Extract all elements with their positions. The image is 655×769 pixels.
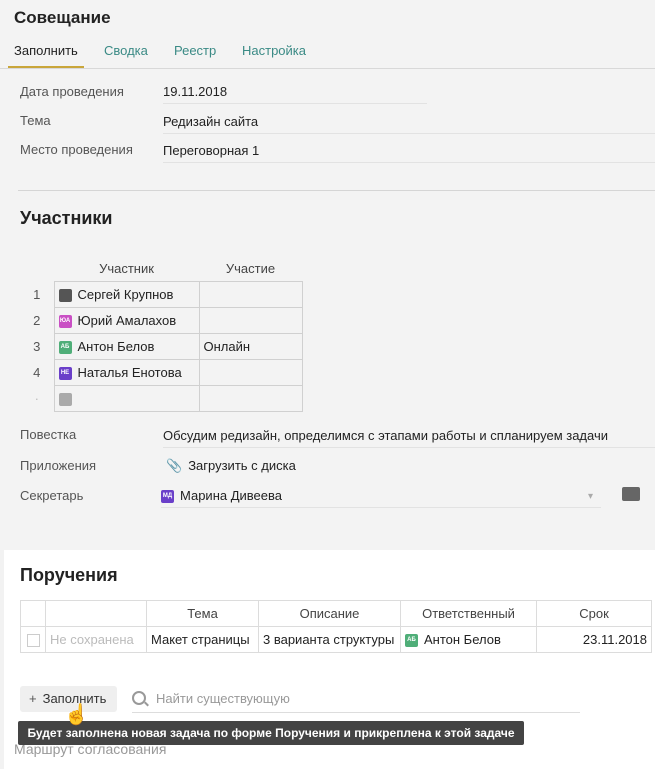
participation-cell[interactable]: Онлайн	[198, 333, 303, 360]
header-responsible: Ответственный	[400, 600, 537, 627]
tab-summary[interactable]: Сводка	[98, 43, 154, 66]
avatar	[622, 487, 640, 501]
row-num: 4	[33, 365, 41, 380]
avatar: АБ	[405, 634, 418, 648]
secretary-value: Марина Дивеева	[180, 488, 282, 503]
participation-cell[interactable]	[198, 307, 303, 334]
participants-table: Участник Участие 1 Сергей Крупнов 2 ЮА Юр…	[20, 255, 303, 412]
participation-cell[interactable]	[198, 359, 303, 386]
orders-title: Поручения	[20, 565, 118, 585]
upload-label: Загрузить с диска	[188, 458, 296, 473]
tooltip: Будет заполнена новая задача по форме По…	[18, 721, 524, 745]
header-participation: Участие	[225, 260, 276, 276]
header-deadline: Срок	[536, 600, 652, 627]
search-placeholder: Найти существующую	[156, 691, 290, 706]
avatar: НЕ	[58, 367, 72, 381]
header-check	[20, 600, 46, 627]
date-label: Дата проведения	[20, 84, 124, 99]
topic-label: Тема	[20, 113, 51, 128]
header-status	[45, 600, 147, 627]
secretary-label: Секретарь	[20, 488, 84, 503]
avatar: АБ	[58, 341, 72, 355]
agenda-field[interactable]: Обсудим редизайн, определимся с этапами …	[163, 428, 655, 448]
attachments-label: Приложения	[20, 458, 97, 473]
plus-icon: +	[29, 691, 37, 706]
participant-name: Юрий Амалахов	[77, 312, 177, 328]
participant-name: Сергей Крупнов	[77, 286, 174, 302]
header-num	[20, 255, 54, 282]
participation-cell[interactable]	[198, 281, 303, 308]
table-row[interactable]: 2 ЮА Юрий Амалахов	[20, 307, 303, 334]
responsible-name: Антон Белов	[424, 631, 501, 647]
header-description: Описание	[258, 600, 401, 627]
paperclip-icon: 📎	[166, 458, 183, 473]
participant-name: Антон Белов	[77, 338, 155, 354]
person-placeholder-icon	[58, 393, 72, 407]
table-row[interactable]: 3 АБ Антон Белов Онлайн	[20, 333, 303, 360]
responsible-cell[interactable]: АБ Антон Белов	[400, 626, 537, 653]
row-checkbox[interactable]	[26, 634, 40, 648]
tab-settings[interactable]: Настройка	[236, 43, 312, 66]
participant-name: Наталья Енотова	[77, 364, 182, 380]
tab-registry[interactable]: Реестр	[168, 43, 222, 66]
page-title: Совещание	[14, 8, 111, 27]
avatar: ЮА	[58, 315, 72, 329]
place-label: Место проведения	[20, 142, 133, 157]
row-num: 3	[33, 339, 41, 354]
agenda-label: Повестка	[20, 427, 77, 442]
participants-title: Участники	[20, 208, 113, 228]
table-row[interactable]: 1 Сергей Крупнов	[20, 281, 303, 308]
chevron-down-icon[interactable]: ▾	[588, 491, 593, 502]
secretary-select[interactable]: МД Марина Дивеева	[161, 488, 601, 509]
topic-field[interactable]: Редизайн сайта	[163, 114, 655, 134]
table-row-new[interactable]: ·	[20, 385, 303, 412]
avatar	[58, 289, 72, 303]
header-participant: Участник	[99, 260, 154, 276]
topic-cell[interactable]: Макет страницы	[146, 626, 259, 653]
avatar: МД	[161, 490, 174, 504]
divider	[18, 190, 655, 191]
header-topic: Тема	[146, 600, 259, 627]
status-cell: Не сохранена	[45, 626, 147, 653]
table-row[interactable]: Не сохранена Макет страницы 3 варианта с…	[20, 626, 652, 653]
deadline-cell[interactable]: 23.11.2018	[536, 626, 652, 653]
upload-link[interactable]: 📎 Загрузить с диска	[166, 458, 296, 474]
tab-fill[interactable]: Заполнить	[8, 43, 84, 68]
row-num: 2	[33, 313, 41, 328]
row-num: 1	[33, 287, 41, 302]
search-icon	[132, 691, 146, 705]
table-row[interactable]: 4 НЕ Наталья Енотова	[20, 359, 303, 386]
orders-table: Тема Описание Ответственный Срок Не сохр…	[20, 600, 652, 653]
place-field[interactable]: Переговорная 1	[163, 143, 655, 163]
date-field[interactable]: 19.11.2018	[163, 84, 427, 104]
description-cell[interactable]: 3 варианта структуры	[258, 626, 401, 653]
hand-cursor-icon: ☝	[64, 704, 89, 726]
participation-cell[interactable]	[198, 385, 303, 412]
search-existing[interactable]: Найти существующую	[132, 686, 580, 713]
tab-bar: Заполнить Сводка Реестр Настройка	[0, 40, 655, 69]
